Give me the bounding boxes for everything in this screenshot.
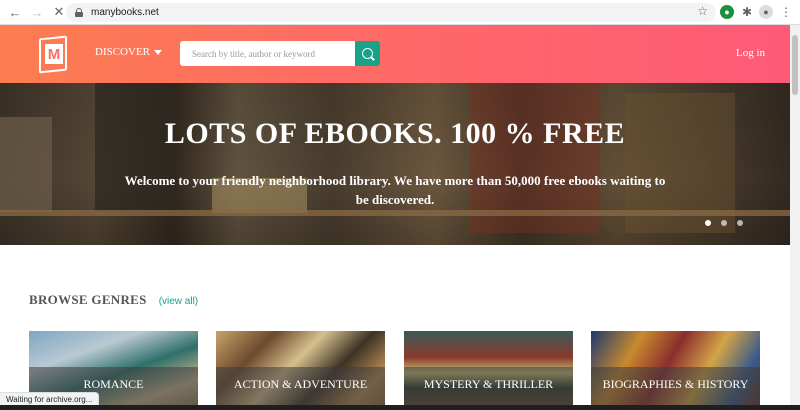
genre-label: ROMANCE [83, 377, 144, 391]
search-form [180, 41, 380, 66]
browse-genres-title: BROWSE GENRES [29, 292, 147, 307]
search-button[interactable] [355, 41, 380, 66]
hero-shelf [0, 210, 790, 216]
browse-genres-heading: BROWSE GENRES (view all) [29, 292, 198, 308]
os-taskbar [0, 405, 800, 410]
carousel-dot[interactable] [721, 220, 727, 226]
star-icon[interactable]: ☆ [697, 4, 708, 18]
search-input[interactable] [180, 41, 355, 66]
site-header: M DISCOVER Log in [0, 25, 790, 83]
back-arrow-icon[interactable]: ← [4, 1, 26, 23]
hero-title: LOTS OF EBOOKS. 100 % FREE [164, 117, 626, 150]
genre-label: ACTION & ADVENTURE [233, 377, 368, 391]
discover-menu[interactable]: DISCOVER [95, 46, 163, 58]
logo-letter: M [45, 44, 63, 64]
hero-subtitle: Welcome to your friendly neighborhood li… [124, 173, 666, 207]
scroll-thumb[interactable] [792, 35, 798, 95]
search-icon [362, 48, 373, 59]
manybooks-logo[interactable]: M [39, 35, 69, 74]
login-link[interactable]: Log in [736, 47, 765, 59]
view-all-link[interactable]: (view all) [159, 296, 198, 307]
browser-toolbar: ← → ✕ manybooks.net ☆ ● ✱ ● ⋮ [0, 0, 800, 25]
address-bar[interactable]: manybooks.net ☆ [66, 3, 716, 22]
genre-card-action-adventure[interactable]: ACTION & ADVENTURE [216, 331, 385, 407]
forward-arrow-icon[interactable]: → [26, 1, 48, 23]
puzzle-icon[interactable]: ✱ [740, 5, 754, 19]
genre-label: BIOGRAPHIES & HISTORY [602, 377, 749, 391]
lock-icon[interactable] [75, 8, 83, 17]
hero-carousel: LOTS OF EBOOKS. 100 % FREE Welcome to yo… [0, 83, 790, 245]
menu-icon[interactable]: ⋮ [779, 5, 793, 19]
profile-icon[interactable]: ● [759, 5, 773, 19]
caret-down-icon [154, 50, 163, 55]
carousel-dots [705, 220, 743, 226]
genre-label: MYSTERY & THRILLER [423, 377, 554, 391]
carousel-dot[interactable] [705, 220, 711, 226]
genre-card-biographies-history[interactable]: BIOGRAPHIES & HISTORY [591, 331, 760, 407]
discover-label: DISCOVER [95, 46, 151, 58]
carousel-dot[interactable] [737, 220, 743, 226]
extension-icon[interactable]: ● [720, 5, 734, 19]
url-text[interactable]: manybooks.net [91, 7, 159, 18]
genre-card-mystery-thriller[interactable]: MYSTERY & THRILLER [404, 331, 573, 407]
page-scrollbar[interactable] [790, 25, 800, 407]
